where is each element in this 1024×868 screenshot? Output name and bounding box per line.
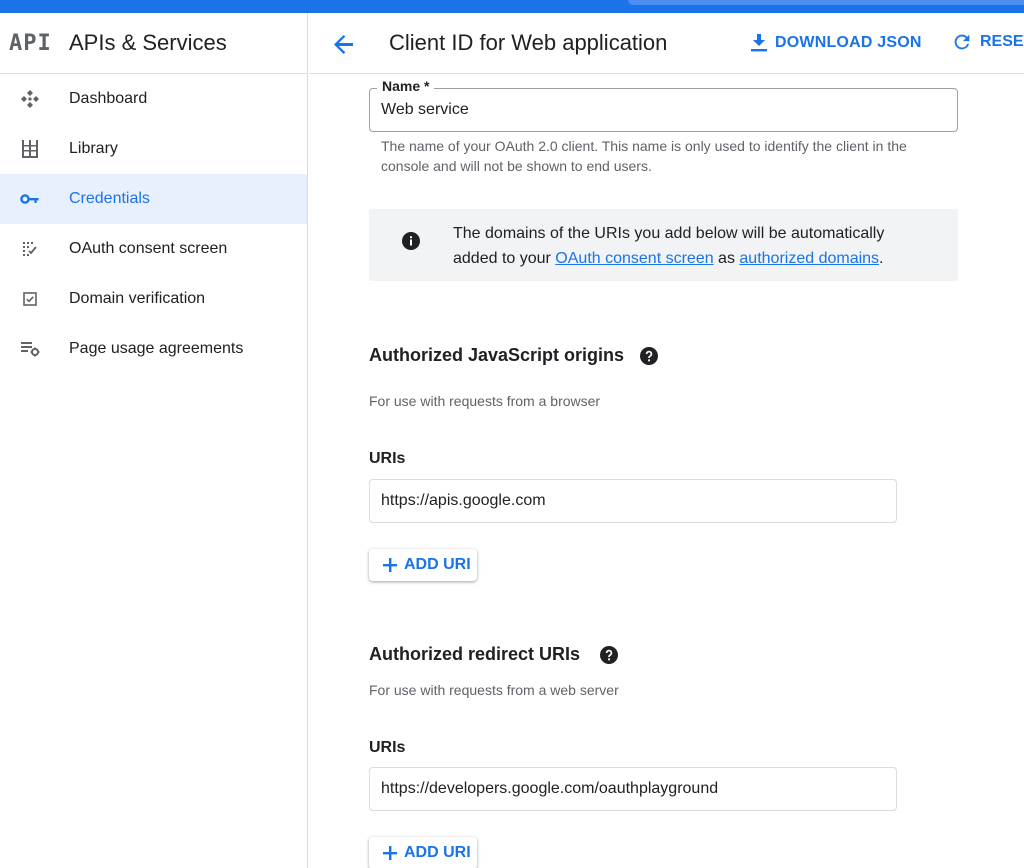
oauth-consent-screen-link[interactable]: OAuth consent screen [555,250,713,267]
js-origins-title-text: Authorized JavaScript origins [369,345,625,365]
back-arrow-icon[interactable] [331,31,357,57]
sidebar: API APIs & Services Dashboard Library Cr… [0,13,308,868]
redirect-uri-input[interactable]: https://developers.google.com/oauthplayg… [369,767,897,811]
info-banner-text: The domains of the URIs you add below wi… [453,221,933,271]
key-icon [0,192,69,206]
sidebar-header: API APIs & Services [0,13,307,74]
main-content: Name * Web service The name of your OAut… [309,75,1024,868]
download-json-button[interactable]: DOWNLOAD JSON [749,32,922,54]
settings-list-icon [0,341,69,357]
sidebar-item-label: Domain verification [69,290,206,307]
add-js-origin-uri-button[interactable]: ADD URI [369,549,477,581]
redirect-uris-title: Authorized redirect URIs [369,644,619,665]
info-text-part: . [879,250,884,267]
js-origin-uri-input[interactable]: https://apis.google.com [369,479,897,523]
sidebar-item-domain-verification[interactable]: Domain verification [0,274,307,324]
top-bar-search-edge [628,0,1024,5]
checkbox-icon [0,292,69,306]
sidebar-item-label: Dashboard [69,90,148,107]
refresh-icon [954,34,970,50]
sidebar-item-credentials[interactable]: Credentials [0,174,307,224]
sidebar-item-label: Credentials [69,190,150,207]
sidebar-title: APIs & Services [69,30,227,55]
reset-button[interactable]: RESET [951,31,1024,53]
help-icon[interactable] [640,346,659,365]
add-uri-label: ADD URI [404,844,471,861]
name-field-label: Name * [377,78,435,94]
api-logo: API [9,30,52,56]
top-bar [0,0,1024,13]
help-icon[interactable] [600,645,619,664]
info-text-part: as [713,250,740,267]
sidebar-item-label: OAuth consent screen [69,240,228,257]
add-uri-label: ADD URI [404,556,471,573]
redirect-uris-label: URIs [369,739,406,756]
page-header: Client ID for Web application DOWNLOAD J… [309,13,1024,74]
plus-icon [383,558,397,572]
js-origin-uri-value[interactable]: https://apis.google.com [381,492,546,510]
js-origins-title: Authorized JavaScript origins [369,345,659,366]
js-origins-subtitle: For use with requests from a browser [369,393,601,409]
name-field[interactable]: Name * Web service [369,78,958,132]
reset-label: RESET [980,33,1024,50]
info-icon [402,232,420,255]
sidebar-item-dashboard[interactable]: Dashboard [0,74,307,124]
sidebar-item-page-usage[interactable]: Page usage agreements [0,324,307,374]
download-icon [751,34,767,52]
add-redirect-uri-button[interactable]: ADD URI [369,837,477,868]
js-origins-uris-label: URIs [369,450,406,467]
dashboard-icon [0,89,69,109]
redirect-uri-value[interactable]: https://developers.google.com/oauthplayg… [381,780,718,798]
sidebar-item-library[interactable]: Library [0,124,307,174]
plus-icon [383,846,397,860]
consent-icon [0,241,69,257]
sidebar-item-oauth-consent[interactable]: OAuth consent screen [0,224,307,274]
authorized-domains-link[interactable]: authorized domains [739,250,879,267]
sidebar-nav: Dashboard Library Credentials OAuth cons… [0,74,307,374]
download-json-label: DOWNLOAD JSON [775,34,922,51]
info-banner: The domains of the URIs you add below wi… [369,209,958,281]
name-field-value[interactable]: Web service [381,101,469,119]
page-title: Client ID for Web application [389,30,668,55]
redirect-uris-subtitle: For use with requests from a web server [369,682,619,698]
redirect-uris-title-text: Authorized redirect URIs [369,644,581,664]
sidebar-item-label: Page usage agreements [69,340,244,357]
library-icon [0,139,69,159]
name-field-hint: The name of your OAuth 2.0 client. This … [381,138,907,174]
sidebar-item-label: Library [69,140,118,157]
